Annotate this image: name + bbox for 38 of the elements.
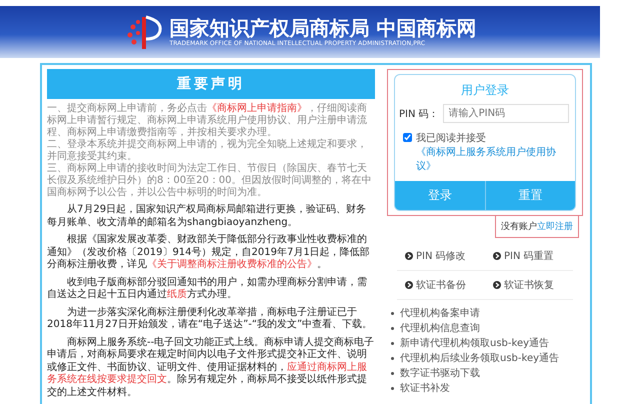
tool-link[interactable]: 软证书恢复 — [485, 271, 573, 300]
tool-link[interactable]: PIN 码重置 — [485, 242, 573, 271]
notice-paragraph: 为进一步落实深化商标注册便利化改革举措，商标电子注册证已于2018年11月27日开始颁发，请在“电子送达”-“我的发文”中查看、下载。 — [47, 306, 374, 332]
bullet-icon — [391, 342, 394, 345]
bullet-icon — [391, 387, 394, 390]
arrow-circle-icon — [405, 281, 413, 289]
service-link[interactable]: 代理机构后续业务领取usb-key通告 — [400, 351, 560, 366]
notice-rule: 二、登录本系统并提交商标网上申请的，视为完全知晓上述规定和要求，并同意接受其约束。 — [47, 139, 368, 162]
service-link[interactable]: 代理机构备案申请 — [400, 306, 480, 321]
pin-label: PIN 码： — [399, 108, 439, 120]
notice-rule: 一、提交商标网上申请前，务必点击《商标网上申请指南》，仔细阅读商标网上申请暂行规定、商标网上申请系统用户使用协议、用户注册申请流程、商标网上申请缴费指南等，并按相关要求办理。 — [47, 103, 368, 138]
notice-paragraph: 根据《国家发展改革委、财政部关于降低部分行政事业性收费标准的通知》（发改价格〔2019〕914号）规定，自2019年7月1日起，降低部分商标注册收费，详见《关于调整商标注册收费标准的公告》。 — [47, 234, 371, 272]
tool-link[interactable]: 软证书备份 — [397, 271, 485, 300]
notice-paragraph: 商标网上服务系统--电子回文功能正式上线。商标申请人提交商标电子申请后，对商标局要求在规定时间内以电子文件形式提交补正文件、说明或修正文件、书面协议、证明文件、使用证据材料的，应通过商标网上服务系统在线按要求提交回文。除另有规定外，商标局不接受以纸件形式提交的上述文件材料。 — [47, 336, 375, 399]
notice-paragraph: 从7月29日起，国家知识产权局商标局邮箱进行更换，验证码、财务每月账单、收文清单的邮箱名为shangbiaoyanzheng。 — [47, 204, 368, 229]
register-prompt: 没有账户 — [501, 220, 537, 233]
agreement-link[interactable]: 《商标网上服务系统用户使用协议》 — [416, 145, 571, 173]
service-link[interactable]: 新申请代理机构领取usb-key通告 — [400, 336, 550, 351]
notice-rule: 三、商标网上申请的接收时间为法定工作日、节假日（除国庆、春节七天长假及系统维护日外）的8：00至20：00。但因放假时间调整的，将在中国商标网予以公告，并以公告中标明的时间为准。 — [47, 163, 373, 199]
notice-title: 重要声明 — [47, 69, 375, 99]
bullet-icon — [391, 327, 394, 330]
arrow-circle-icon — [405, 252, 413, 260]
service-link[interactable]: 数字证书驱动下载 — [400, 366, 480, 381]
agree-checkbox[interactable] — [403, 133, 412, 142]
agree-text: 我已阅读并接受 — [416, 132, 487, 145]
register-link[interactable]: 立即注册 — [537, 220, 573, 233]
arrow-circle-icon — [493, 281, 501, 289]
site-title: 国家知识产权局商标局 中国商标网 — [170, 16, 476, 40]
service-link[interactable]: 代理机构信息查询 — [400, 321, 480, 336]
login-title: 用户登录 — [460, 82, 510, 99]
service-link[interactable]: 软证书补发 — [400, 381, 450, 396]
notice-paragraph: 收到电子版商标部分驳回通知书的用户，如需办理商标分割申请，需自送达之日起十五日内通过纸质方式办理。 — [47, 276, 368, 302]
pin-field[interactable]: 请输入PIN码 — [442, 104, 569, 123]
arrow-circle-icon — [493, 252, 501, 260]
bullet-icon — [391, 312, 394, 315]
tool-link[interactable]: PIN 码修改 — [397, 242, 485, 271]
bullet-icon — [391, 357, 394, 360]
bullet-icon — [391, 372, 394, 375]
